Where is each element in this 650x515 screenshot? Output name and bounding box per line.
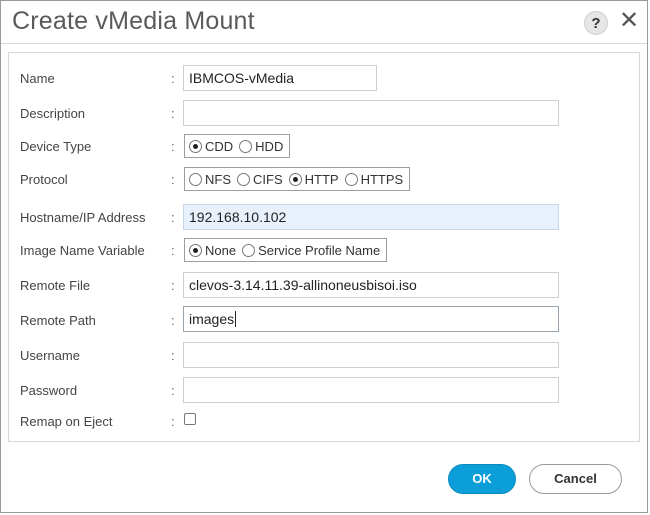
hostname-input[interactable] (183, 204, 559, 230)
remap-on-eject-checkbox[interactable] (184, 413, 196, 425)
image-name-none-label: None (205, 242, 237, 258)
hostname-colon: : (171, 210, 175, 225)
protocol-option-nfs[interactable]: NFS (189, 172, 231, 187)
name-colon: : (171, 71, 175, 86)
image-name-option-none[interactable]: None (189, 243, 236, 258)
help-icon[interactable]: ? (584, 11, 608, 35)
remap-on-eject-colon: : (171, 414, 175, 429)
remote-path-input[interactable]: images (183, 306, 559, 332)
dialog-title: Create vMedia Mount (12, 7, 255, 35)
radio-checked-icon[interactable] (288, 172, 302, 186)
remote-file-label: Remote File (20, 278, 91, 293)
image-name-variable-colon: : (171, 243, 175, 258)
radio-checked-icon[interactable] (189, 139, 202, 153)
protocol-nfs-label: NFS (205, 171, 231, 187)
radio-unchecked-icon[interactable] (189, 172, 202, 186)
username-input[interactable] (183, 342, 559, 368)
device-type-option-hdd[interactable]: HDD (239, 139, 283, 154)
description-colon: : (171, 106, 175, 121)
protocol-cifs-label: CIFS (253, 171, 283, 187)
cancel-button[interactable]: Cancel (529, 464, 622, 494)
remote-path-label: Remote Path (20, 313, 96, 328)
remote-file-input[interactable] (183, 272, 559, 298)
description-label: Description (20, 106, 86, 121)
radio-checked-icon[interactable] (189, 243, 202, 257)
password-colon: : (171, 383, 175, 398)
image-name-variable-radio-group: None Service Profile Name (184, 238, 388, 262)
protocol-label: Protocol (20, 172, 68, 187)
device-type-cdd-label: CDD (205, 138, 234, 154)
create-vmedia-mount-dialog: Create vMedia Mount ? ✕ Name : Descripti… (0, 0, 648, 513)
device-type-colon: : (171, 139, 175, 154)
password-label: Password (20, 383, 78, 398)
description-input[interactable] (183, 100, 559, 126)
username-colon: : (171, 348, 175, 363)
close-icon[interactable]: ✕ (618, 9, 640, 33)
radio-unchecked-icon[interactable] (242, 243, 256, 257)
protocol-http-label: HTTP (304, 171, 339, 187)
device-type-label: Device Type (20, 139, 92, 154)
image-name-option-service-profile-name[interactable]: Service Profile Name (242, 243, 380, 258)
protocol-option-https[interactable]: HTTPS (344, 171, 404, 187)
ok-button[interactable]: OK (448, 464, 516, 494)
device-type-option-cdd[interactable]: CDD (189, 139, 233, 154)
radio-unchecked-icon[interactable] (239, 139, 253, 153)
name-label: Name (20, 71, 55, 86)
remote-path-colon: : (171, 313, 175, 328)
protocol-https-label: HTTPS (360, 171, 404, 187)
name-input[interactable] (183, 65, 377, 91)
device-type-radio-group: CDD HDD (184, 134, 291, 158)
hostname-label: Hostname/IP Address (20, 210, 146, 225)
header-divider (1, 43, 647, 44)
radio-unchecked-icon[interactable] (344, 172, 358, 186)
remote-file-colon: : (171, 278, 175, 293)
remote-path-value: images (189, 311, 235, 327)
protocol-radio-group: NFS CIFS HTTP HTTPS (184, 167, 411, 191)
image-name-variable-label: Image Name Variable (20, 243, 145, 258)
remap-on-eject-label: Remap on Eject (20, 414, 113, 429)
radio-unchecked-icon[interactable] (237, 172, 250, 186)
protocol-option-http[interactable]: HTTP (288, 171, 339, 187)
device-type-hdd-label: HDD (255, 138, 284, 154)
text-caret (235, 311, 237, 327)
protocol-colon: : (171, 172, 175, 187)
username-label: Username (20, 348, 80, 363)
protocol-option-cifs[interactable]: CIFS (237, 172, 283, 187)
password-input[interactable] (183, 377, 559, 403)
image-name-service-profile-label: Service Profile Name (258, 242, 381, 258)
